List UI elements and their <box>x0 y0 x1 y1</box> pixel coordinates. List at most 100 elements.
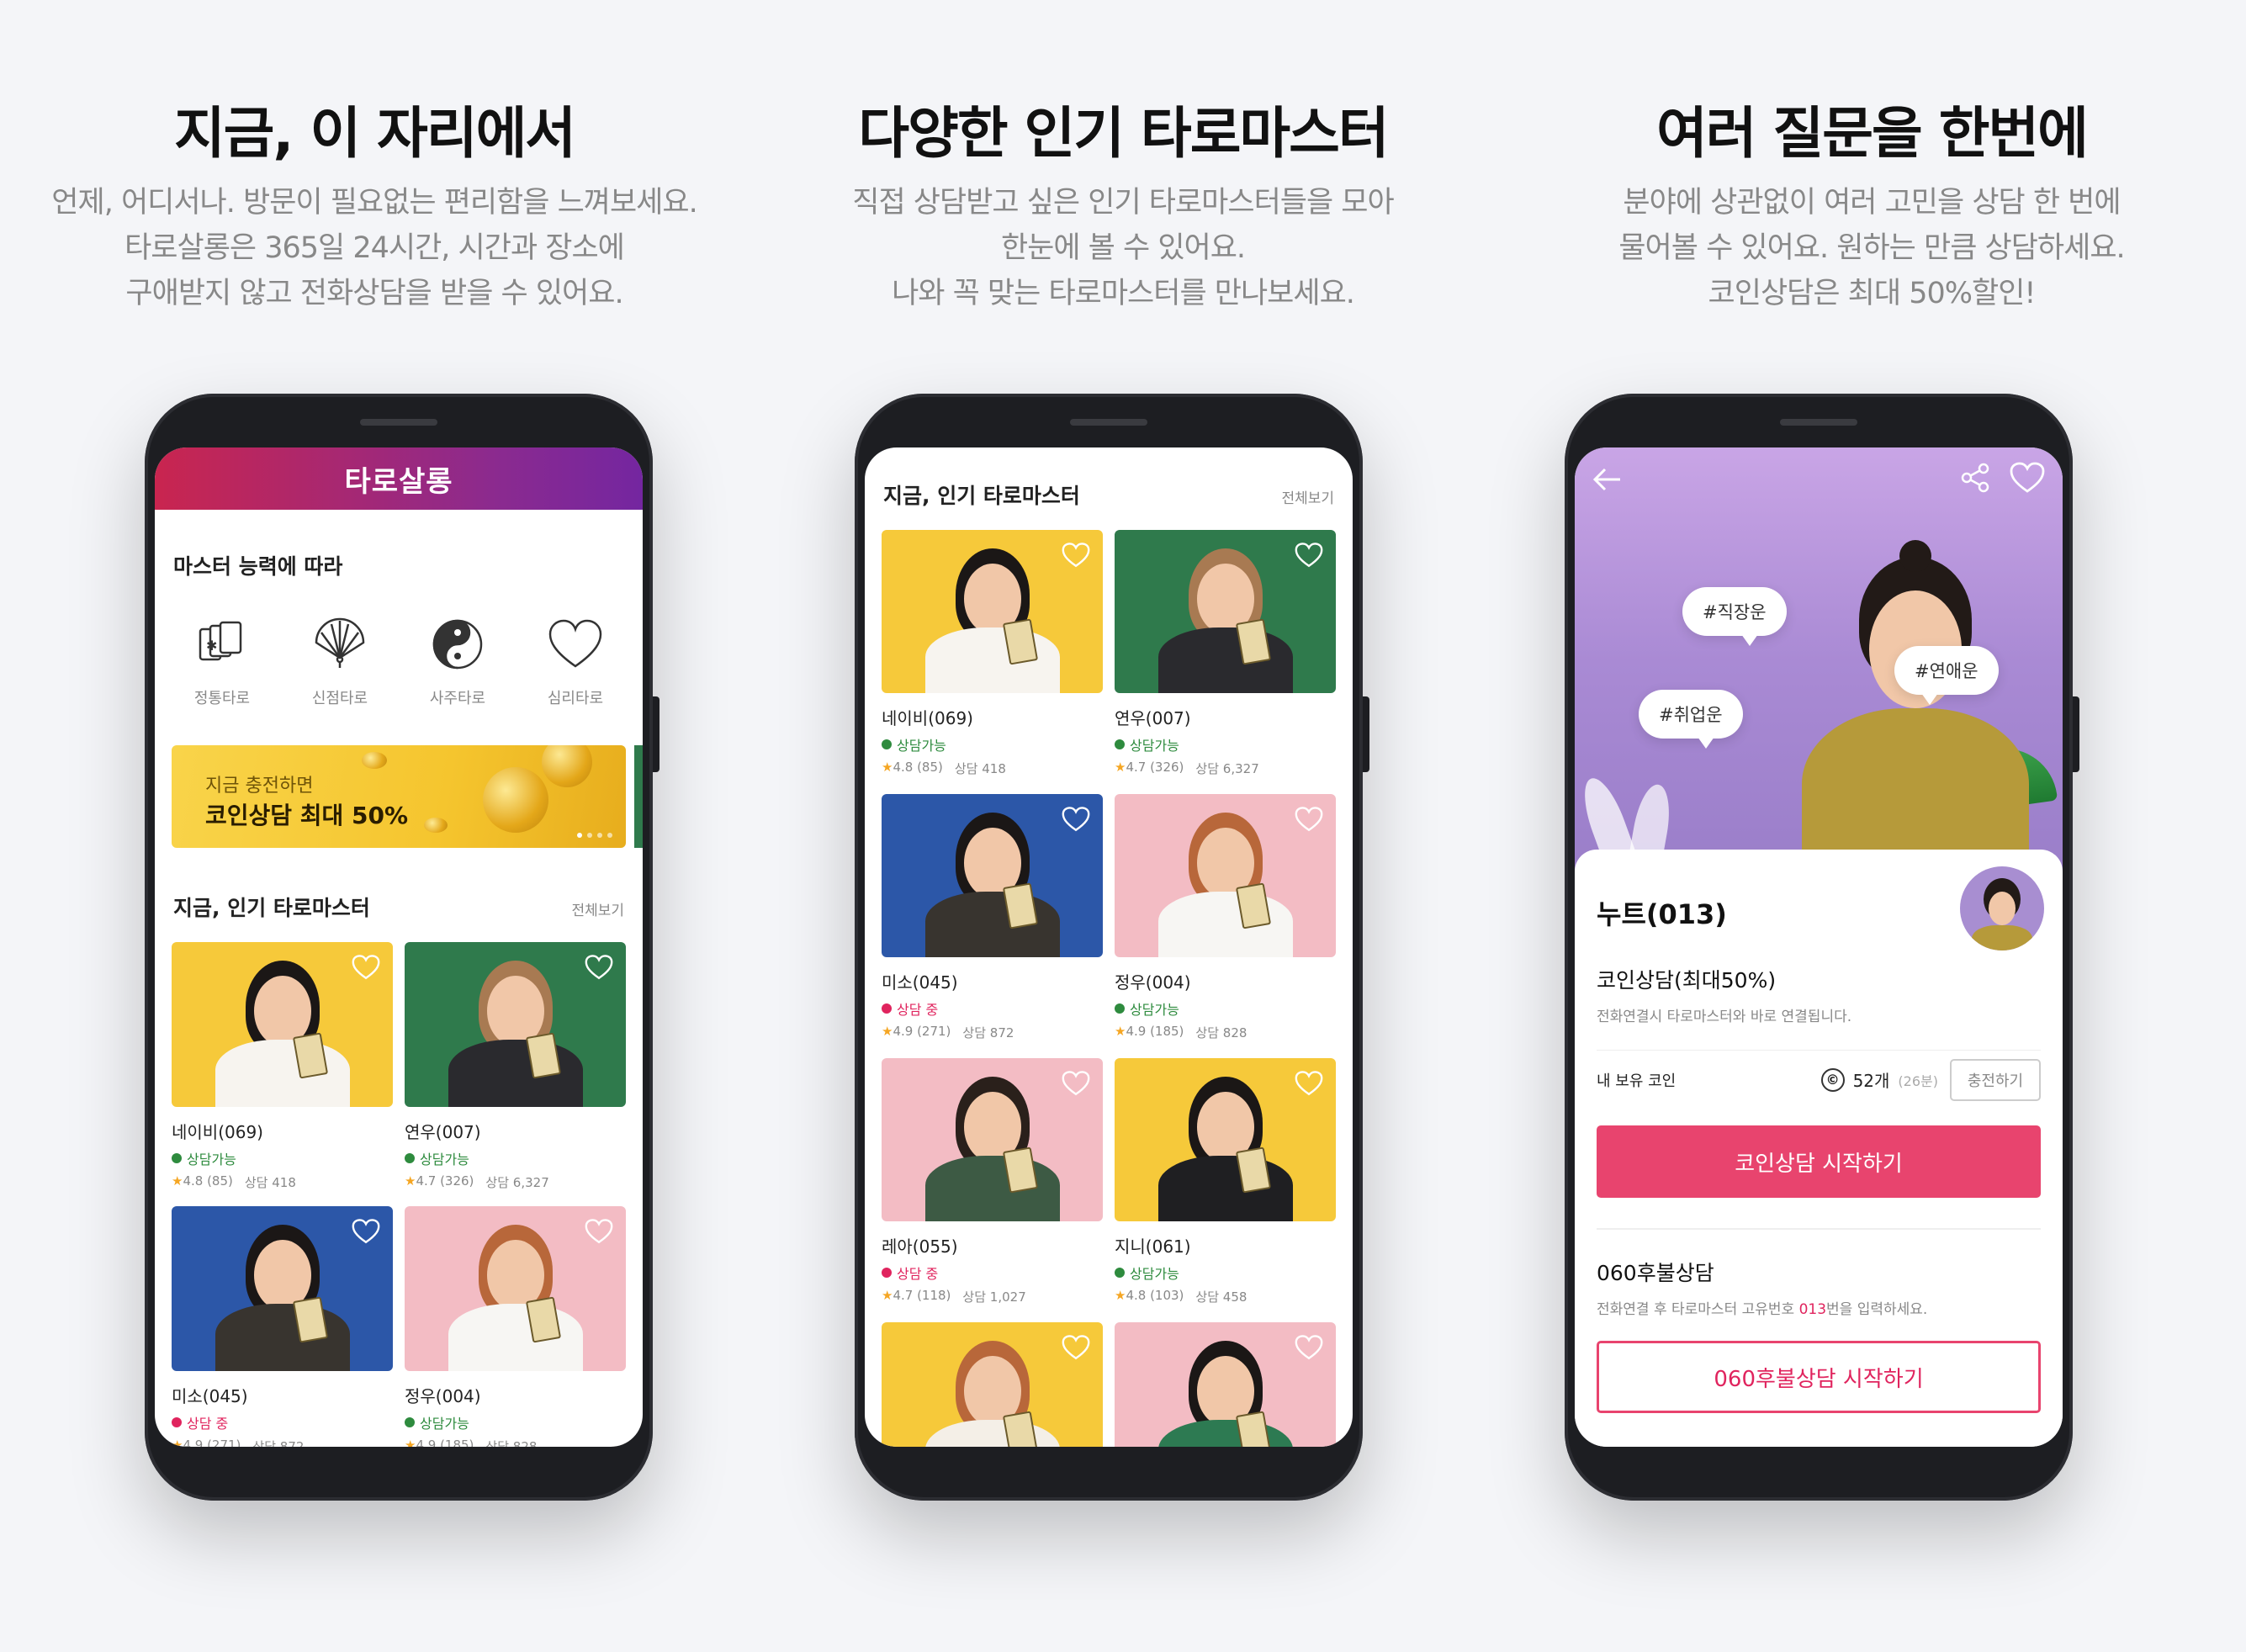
share-icon[interactable] <box>1958 461 1992 495</box>
category-item-saju-tarot[interactable]: 사주타로 <box>407 614 508 708</box>
master-photo[interactable] <box>405 1206 626 1371</box>
master-photo[interactable] <box>882 530 1103 693</box>
promo-banner[interactable]: 지금 충전하면 코인상담 최대 50% <box>172 745 626 848</box>
master-figure <box>215 961 350 1107</box>
favorite-heart-icon[interactable] <box>1294 1070 1324 1097</box>
yin-yang-icon <box>432 619 483 670</box>
category-section-title: 마스터 능력에 따라 <box>173 554 343 579</box>
master-card[interactable]: 미소(045) 상담 중 ★4.9 (271) 상담 872 <box>172 1206 393 1447</box>
master-photo[interactable] <box>1115 1322 1336 1447</box>
favorite-heart-icon[interactable] <box>2009 461 2046 495</box>
favorite-heart-icon[interactable] <box>351 954 381 981</box>
rating: ★4.8 (85) <box>172 1173 233 1191</box>
consult-count: 상담 418 <box>954 761 1006 776</box>
rating: ★4.9 (185) <box>405 1438 474 1447</box>
favorite-heart-icon[interactable] <box>1294 542 1324 569</box>
favorite-heart-icon[interactable] <box>1061 542 1091 569</box>
category-item-classic-tarot[interactable]: ✱ 정통타로 <box>172 614 273 708</box>
coin-balance: © 52개 (26분) <box>1820 1067 1938 1092</box>
view-all-link[interactable]: 전체보기 <box>1281 486 1334 507</box>
consult-count: 상담 458 <box>1195 1289 1247 1305</box>
tag-bubble-career[interactable]: #직장운 <box>1682 587 1787 646</box>
back-arrow-icon[interactable] <box>1588 461 1625 498</box>
rating: ★4.8 (103) <box>1115 1288 1184 1305</box>
master-name: 누트(013) <box>1597 898 1727 930</box>
status-text: 상담 중 <box>897 1266 939 1282</box>
master-card[interactable]: 네이비(069) 상담가능 ★4.8 (85) 상담 418 <box>882 530 1103 777</box>
master-name: 네이비(069) <box>882 708 973 728</box>
master-card[interactable]: 네이비(069) 상담가능 ★4.8 (85) 상담 418 <box>172 942 393 1191</box>
master-photo[interactable] <box>1115 794 1336 957</box>
status-dot <box>882 1003 892 1014</box>
phone-frame: #직장운 #연애운 #취업운 누트(013) 코인상담(최대50%) 전화연결시… <box>1565 394 2079 1501</box>
consult-count: 상담 6,327 <box>485 1175 549 1190</box>
master-photo[interactable] <box>172 1206 393 1371</box>
master-meta: ★4.9 (271) 상담 872 <box>882 1024 1103 1041</box>
master-info: 미소(045) 상담 중 ★4.9 (271) 상담 872 <box>882 969 1103 1041</box>
next-banner-peek[interactable] <box>634 745 643 848</box>
favorite-heart-icon[interactable] <box>351 1218 381 1245</box>
pagination-dot[interactable] <box>587 833 592 838</box>
charge-button[interactable]: 충전하기 <box>1950 1059 2041 1101</box>
coin-icon: © <box>1820 1067 1845 1092</box>
app-logo[interactable]: 타로살롱 <box>344 458 453 500</box>
consult-count: 상담 872 <box>962 1025 1014 1040</box>
category-label: 정통타로 <box>193 690 251 707</box>
master-name: 미소(045) <box>882 972 958 993</box>
pagination-dot[interactable] <box>577 833 582 838</box>
master-photo[interactable] <box>1115 1058 1336 1221</box>
rating-value: 4.7 (326) <box>416 1173 474 1189</box>
pagination-dot[interactable] <box>607 833 612 838</box>
favorite-heart-icon[interactable] <box>584 954 614 981</box>
master-photo[interactable] <box>882 794 1103 957</box>
tag-bubble-love[interactable]: #연애운 <box>1894 646 1999 705</box>
master-name: 네이비(069) <box>172 1122 263 1142</box>
start-postpay-consult-button[interactable]: 060후불상담 시작하기 <box>1597 1341 2041 1413</box>
master-name: 연우(007) <box>1115 708 1191 728</box>
status-text: 상담가능 <box>187 1152 236 1168</box>
master-photo[interactable] <box>172 942 393 1107</box>
star-icon: ★ <box>405 1173 416 1189</box>
master-photo[interactable] <box>1115 530 1336 693</box>
favorite-heart-icon[interactable] <box>1294 806 1324 833</box>
favorite-heart-icon[interactable] <box>1061 806 1091 833</box>
master-card[interactable]: 정우(004) 상담가능 ★4.9 (185) 상담 828 <box>1115 794 1336 1041</box>
master-card[interactable] <box>882 1322 1103 1447</box>
desc-line: 언제, 어디서나. 방문이 필요없는 편리함을 느껴보세요. <box>51 186 697 220</box>
master-card[interactable]: 지니(061) 상담가능 ★4.8 (103) 상담 458 <box>1115 1058 1336 1305</box>
coin-amount: 52개 <box>1852 1071 1890 1091</box>
phone-side-button <box>653 696 659 772</box>
status-badge: 상담 중 <box>882 998 1103 1019</box>
favorite-heart-icon[interactable] <box>584 1218 614 1245</box>
banner-pagination <box>577 833 612 838</box>
phone-speaker <box>360 419 437 426</box>
master-photo[interactable] <box>882 1322 1103 1447</box>
favorite-heart-icon[interactable] <box>1061 1334 1091 1361</box>
master-figure <box>924 1341 1060 1447</box>
postpay-desc-pre: 전화연결 후 타로마스터 고유번호 <box>1597 1301 1799 1318</box>
start-coin-consult-button[interactable]: 코인상담 시작하기 <box>1597 1125 2041 1198</box>
master-card[interactable] <box>1115 1322 1336 1447</box>
master-meta: ★4.9 (271) 상담 872 <box>172 1438 393 1447</box>
master-card[interactable]: 정우(004) 상담가능 ★4.9 (185) 상담 828 <box>405 1206 626 1447</box>
favorite-heart-icon[interactable] <box>1294 1334 1324 1361</box>
master-meta: ★4.8 (103) 상담 458 <box>1115 1288 1336 1305</box>
view-all-link[interactable]: 전체보기 <box>571 898 624 919</box>
master-card[interactable]: 미소(045) 상담 중 ★4.9 (271) 상담 872 <box>882 794 1103 1041</box>
panel-headline: 여러 질문을 한번에 <box>1656 101 2089 166</box>
master-photo[interactable] <box>405 942 626 1107</box>
master-info: 네이비(069) 상담가능 ★4.8 (85) 상담 418 <box>172 1119 393 1191</box>
rating: ★4.7 (326) <box>405 1173 474 1191</box>
category-item-psychology-tarot[interactable]: 심리타로 <box>525 614 626 708</box>
pagination-dot[interactable] <box>597 833 602 838</box>
master-card[interactable]: 연우(007) 상담가능 ★4.7 (326) 상담 6,327 <box>1115 530 1336 777</box>
master-photo[interactable] <box>882 1058 1103 1221</box>
status-badge: 상담가능 <box>1115 1263 1336 1283</box>
status-dot <box>882 739 892 749</box>
master-detail-screen: #직장운 #연애운 #취업운 누트(013) 코인상담(최대50%) 전화연결시… <box>1575 447 2063 1447</box>
tag-bubble-job[interactable]: #취업운 <box>1639 690 1743 749</box>
master-card[interactable]: 레아(055) 상담 중 ★4.7 (118) 상담 1,027 <box>882 1058 1103 1305</box>
category-item-spirit-tarot[interactable]: 신점타로 <box>289 614 390 708</box>
master-card[interactable]: 연우(007) 상담가능 ★4.7 (326) 상담 6,327 <box>405 942 626 1191</box>
favorite-heart-icon[interactable] <box>1061 1070 1091 1097</box>
